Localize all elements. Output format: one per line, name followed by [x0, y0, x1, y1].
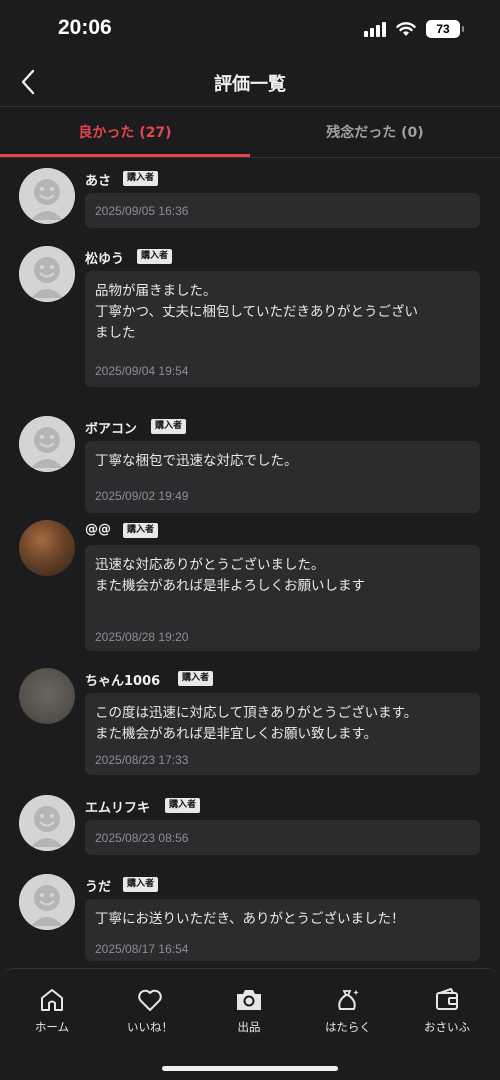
- review-bubble: 迅速な対応ありがとうございました。 また機会があれば是非よろしくお願いします 2…: [85, 545, 480, 651]
- review-comment: 迅速な対応ありがとうございました。 また機会があれば是非よろしくお願いします: [95, 557, 365, 594]
- nav-home[interactable]: ホーム: [7, 987, 97, 1035]
- reviewer-name[interactable]: エムリフキ: [85, 797, 150, 816]
- avatar[interactable]: [19, 795, 75, 851]
- buyer-badge: 購入者: [165, 798, 201, 813]
- money-bag-icon: [338, 990, 359, 1010]
- review-date: 2025/09/02 19:49: [95, 489, 189, 503]
- camera-icon: [237, 990, 261, 1010]
- review-date: 2025/08/28 19:20: [95, 630, 189, 644]
- review-bubble: この度は迅速に対応して頂きありがとうございます。 また機会があれば是非宜しくお願…: [85, 693, 480, 775]
- review-comment: 丁寧な梱包で迅速な対応でした。: [95, 453, 298, 469]
- default-avatar-icon: [19, 416, 75, 472]
- wallet-icon: [436, 988, 458, 1010]
- review-list[interactable]: あさ 購入者 2025/09/05 16:36 松ゆう 購入者 品物が届きました…: [0, 158, 500, 968]
- reviewer-name[interactable]: ちゃん1006: [85, 670, 160, 689]
- reviewer-name[interactable]: あさ: [85, 170, 111, 189]
- nav-work-label: はたらく: [325, 1020, 371, 1034]
- review-date: 2025/08/23 17:33: [95, 753, 189, 767]
- buyer-badge: 購入者: [151, 419, 187, 434]
- default-avatar-icon: [19, 795, 75, 851]
- buyer-badge: 購入者: [137, 249, 173, 264]
- default-avatar-icon: [19, 246, 75, 302]
- header: 評価一覧: [0, 58, 500, 106]
- battery-icon: 73: [426, 20, 464, 38]
- battery-level: 73: [436, 22, 450, 36]
- review-date: 2025/09/04 19:54: [95, 364, 189, 378]
- review-comment: この度は迅速に対応して頂きありがとうございます。 また機会があれば是非宜しくお願…: [95, 705, 418, 742]
- wifi-icon: [396, 22, 416, 36]
- nav-work[interactable]: はたらく: [303, 987, 393, 1035]
- review-bubble: 2025/09/05 16:36: [85, 193, 480, 228]
- buyer-badge: 購入者: [178, 671, 214, 686]
- status-time: 20:06: [58, 16, 112, 39]
- review-bubble: 品物が届きました。 丁寧かつ、丈夫に梱包していただきありがとうござい ました 2…: [85, 271, 480, 387]
- avatar[interactable]: [19, 168, 75, 224]
- tab-good[interactable]: 良かった (27): [0, 107, 250, 157]
- avatar[interactable]: [19, 416, 75, 472]
- page-title: 評価一覧: [214, 74, 286, 95]
- status-icons: 73: [364, 20, 464, 38]
- review-date: 2025/08/17 16:54: [95, 942, 189, 956]
- nav-wallet-label: おさいふ: [424, 1020, 470, 1034]
- review-comment: 丁寧にお送りいただき、ありがとうございました！: [95, 911, 405, 927]
- review-bubble: 2025/08/23 08:56: [85, 820, 480, 855]
- review-date: 2025/09/05 16:36: [95, 204, 189, 218]
- review-bubble: 丁寧にお送りいただき、ありがとうございました！ 2025/08/17 16:54: [85, 899, 480, 961]
- nav-wallet[interactable]: おさいふ: [402, 987, 492, 1035]
- avatar[interactable]: [19, 668, 75, 724]
- tab-bad[interactable]: 残念だった (0): [250, 107, 500, 157]
- buyer-badge: 購入者: [123, 171, 159, 186]
- signal-icon: [364, 21, 386, 37]
- default-avatar-icon: [19, 168, 75, 224]
- tab-bar: 良かった (27) 残念だった (0): [0, 107, 500, 157]
- nav-sell[interactable]: 出品: [204, 987, 294, 1035]
- bottom-nav: ホーム いいね！ 出品 はたらく おさいふ: [0, 968, 500, 1080]
- avatar[interactable]: [19, 520, 75, 576]
- avatar[interactable]: [19, 874, 75, 930]
- heart-icon: [138, 989, 162, 1011]
- reviewer-name[interactable]: 松ゆう: [85, 248, 124, 267]
- review-date: 2025/08/23 08:56: [95, 831, 189, 845]
- reviewer-name[interactable]: うだ: [85, 876, 111, 895]
- review-bubble: 丁寧な梱包で迅速な対応でした。 2025/09/02 19:49: [85, 441, 480, 513]
- reviewer-name[interactable]: @@: [85, 522, 111, 537]
- review-comment: 品物が届きました。 丁寧かつ、丈夫に梱包していただきありがとうござい ました: [95, 283, 419, 341]
- nav-home-label: ホーム: [34, 1020, 70, 1034]
- reviewer-name[interactable]: ボアコン: [85, 418, 137, 437]
- nav-likes[interactable]: いいね！: [105, 987, 195, 1035]
- nav-sell-label: 出品: [237, 1020, 261, 1034]
- default-avatar-icon: [19, 874, 75, 930]
- buyer-badge: 購入者: [123, 523, 159, 538]
- home-icon: [41, 989, 63, 1011]
- avatar[interactable]: [19, 246, 75, 302]
- status-bar: 20:06 73: [0, 0, 500, 58]
- buyer-badge: 購入者: [123, 877, 159, 892]
- nav-likes-label: いいね！: [127, 1020, 173, 1034]
- home-indicator: [162, 1066, 338, 1071]
